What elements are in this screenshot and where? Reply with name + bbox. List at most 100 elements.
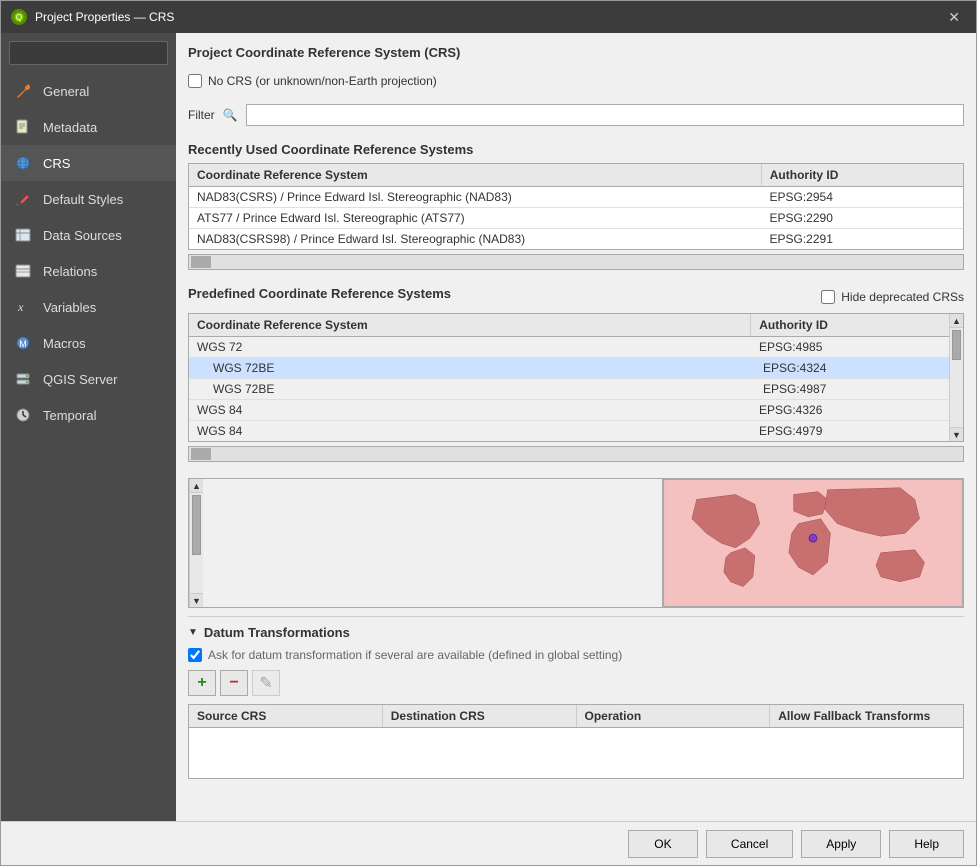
- predefined-crs-0: WGS 72: [189, 337, 751, 357]
- sidebar-item-data-sources-label: Data Sources: [43, 228, 122, 243]
- app-icon: Q: [11, 9, 27, 25]
- recently-used-crs-1: ATS77 / Prince Edward Isl. Stereographic…: [189, 208, 762, 228]
- hide-deprecated-container: Hide deprecated CRSs: [821, 290, 964, 304]
- predefined-scroll-up[interactable]: ▲: [950, 314, 963, 328]
- wkt-scroll-thumb[interactable]: [192, 495, 201, 555]
- wkt-scroll-down[interactable]: ▼: [190, 593, 203, 607]
- datum-table-header: Source CRS Destination CRS Operation All…: [189, 705, 963, 728]
- datum-checkbox[interactable]: [188, 648, 202, 662]
- recently-used-id-0: EPSG:2954: [762, 187, 964, 207]
- predefined-row-2[interactable]: WGS 72BE EPSG:4987: [189, 379, 949, 400]
- datum-col-dest: Destination CRS: [383, 705, 577, 727]
- split-section: WGS 84 WKT GEOGCRS["WGS 84", DATUM["Worl…: [188, 478, 964, 608]
- predefined-table: Coordinate Reference System Authority ID…: [189, 314, 949, 441]
- ok-button[interactable]: OK: [628, 830, 698, 858]
- help-button[interactable]: Help: [889, 830, 964, 858]
- datum-remove-button[interactable]: −: [220, 670, 248, 696]
- sidebar-item-general[interactable]: General: [1, 73, 176, 109]
- sidebar: General Metadata CRS: [1, 33, 176, 821]
- sidebar-item-metadata[interactable]: Metadata: [1, 109, 176, 145]
- recently-used-table: Coordinate Reference System Authority ID…: [188, 163, 964, 250]
- table-icon: [13, 225, 33, 245]
- globe-icon: [13, 153, 33, 173]
- variables-icon: x: [13, 297, 33, 317]
- recently-used-rows: NAD83(CSRS) / Prince Edward Isl. Stereog…: [189, 187, 963, 249]
- sidebar-item-qgis-server[interactable]: QGIS Server: [1, 361, 176, 397]
- brush-icon: [13, 189, 33, 209]
- sidebar-item-crs[interactable]: CRS: [1, 145, 176, 181]
- predefined-vscrollbar[interactable]: ▲ ▼: [949, 314, 963, 441]
- hide-deprecated-checkbox[interactable]: [821, 290, 835, 304]
- predefined-scroll-down[interactable]: ▼: [950, 427, 963, 441]
- datum-title: Datum Transformations: [204, 625, 350, 640]
- predefined-id-3: EPSG:4326: [751, 400, 949, 420]
- predefined-header: Predefined Coordinate Reference Systems …: [188, 286, 964, 307]
- datum-col-fallback: Allow Fallback Transforms: [770, 705, 963, 727]
- datum-header[interactable]: ▼ Datum Transformations: [188, 625, 964, 640]
- recently-used-col-crs: Coordinate Reference System: [189, 164, 762, 186]
- recently-used-header: Coordinate Reference System Authority ID: [189, 164, 963, 187]
- predefined-hscrollbar-thumb[interactable]: [191, 448, 211, 460]
- predefined-row-0[interactable]: WGS 72 EPSG:4985: [189, 337, 949, 358]
- edit-icon: ✎: [259, 673, 272, 693]
- sidebar-search-input[interactable]: [9, 41, 168, 65]
- predefined-row-1[interactable]: WGS 72BE EPSG:4324: [189, 358, 949, 379]
- remove-icon: −: [229, 674, 238, 692]
- main-window: Q Project Properties — CRS ✕ General: [0, 0, 977, 866]
- sidebar-item-default-styles[interactable]: Default Styles: [1, 181, 176, 217]
- datum-col-op: Operation: [577, 705, 771, 727]
- document-icon: [13, 117, 33, 137]
- predefined-crs-2: WGS 72BE: [189, 379, 755, 399]
- predefined-col-crs: Coordinate Reference System: [189, 314, 751, 336]
- wkt-scroll-up[interactable]: ▲: [190, 479, 203, 493]
- datum-col-source: Source CRS: [189, 705, 383, 727]
- sidebar-item-default-styles-label: Default Styles: [43, 192, 123, 207]
- sidebar-search-container: [1, 33, 176, 73]
- recently-used-row-1[interactable]: ATS77 / Prince Edward Isl. Stereographic…: [189, 208, 963, 229]
- sidebar-item-temporal[interactable]: Temporal: [1, 397, 176, 433]
- window-title: Project Properties — CRS: [35, 10, 174, 24]
- apply-button[interactable]: Apply: [801, 830, 881, 858]
- cancel-button[interactable]: Cancel: [706, 830, 793, 858]
- predefined-scroll-thumb[interactable]: [952, 330, 961, 360]
- recently-used-col-id: Authority ID: [762, 164, 963, 186]
- datum-table-body: [189, 728, 963, 778]
- hscrollbar-thumb[interactable]: [191, 256, 211, 268]
- wkt-scroll-thumb-container: [190, 493, 203, 593]
- sidebar-item-variables-label: Variables: [43, 300, 96, 315]
- map-section: [663, 479, 963, 607]
- recently-used-id-2: EPSG:2291: [762, 229, 964, 249]
- predefined-table-container: Coordinate Reference System Authority ID…: [188, 313, 964, 442]
- no-crs-checkbox[interactable]: [188, 74, 202, 88]
- close-button[interactable]: ✕: [942, 7, 966, 28]
- sidebar-item-relations[interactable]: Relations: [1, 253, 176, 289]
- recently-used-row-0[interactable]: NAD83(CSRS) / Prince Edward Isl. Stereog…: [189, 187, 963, 208]
- predefined-section: Predefined Coordinate Reference Systems …: [188, 286, 964, 470]
- world-map: [664, 480, 962, 606]
- predefined-scroll-thumb-container: [950, 328, 963, 427]
- datum-edit-button[interactable]: ✎: [252, 670, 280, 696]
- macros-icon: M: [13, 333, 33, 353]
- predefined-hscrollbar[interactable]: [188, 446, 964, 462]
- sidebar-item-data-sources[interactable]: Data Sources: [1, 217, 176, 253]
- title-bar: Q Project Properties — CRS ✕: [1, 1, 976, 33]
- predefined-row-3[interactable]: WGS 84 EPSG:4326: [189, 400, 949, 421]
- relations-icon: [13, 261, 33, 281]
- predefined-row-4[interactable]: WGS 84 EPSG:4979: [189, 421, 949, 441]
- datum-add-button[interactable]: +: [188, 670, 216, 696]
- predefined-col-id: Authority ID: [751, 314, 949, 336]
- main-panel: Project Coordinate Reference System (CRS…: [176, 33, 976, 821]
- sidebar-item-macros[interactable]: M Macros: [1, 325, 176, 361]
- datum-transformations-section: ▼ Datum Transformations Ask for datum tr…: [188, 616, 964, 779]
- clock-icon: [13, 405, 33, 425]
- wkt-vscrollbar[interactable]: ▲ ▼: [189, 479, 203, 607]
- sidebar-item-variables[interactable]: x Variables: [1, 289, 176, 325]
- recently-used-hscrollbar[interactable]: [188, 254, 964, 270]
- datum-checkbox-row: Ask for datum transformation if several …: [188, 648, 964, 662]
- recently-used-row-2[interactable]: NAD83(CSRS98) / Prince Edward Isl. Stere…: [189, 229, 963, 249]
- predefined-header-row: Coordinate Reference System Authority ID: [189, 314, 949, 337]
- recently-used-id-1: EPSG:2290: [762, 208, 964, 228]
- wrench-icon: [13, 81, 33, 101]
- server-icon: [13, 369, 33, 389]
- filter-input[interactable]: [246, 104, 964, 126]
